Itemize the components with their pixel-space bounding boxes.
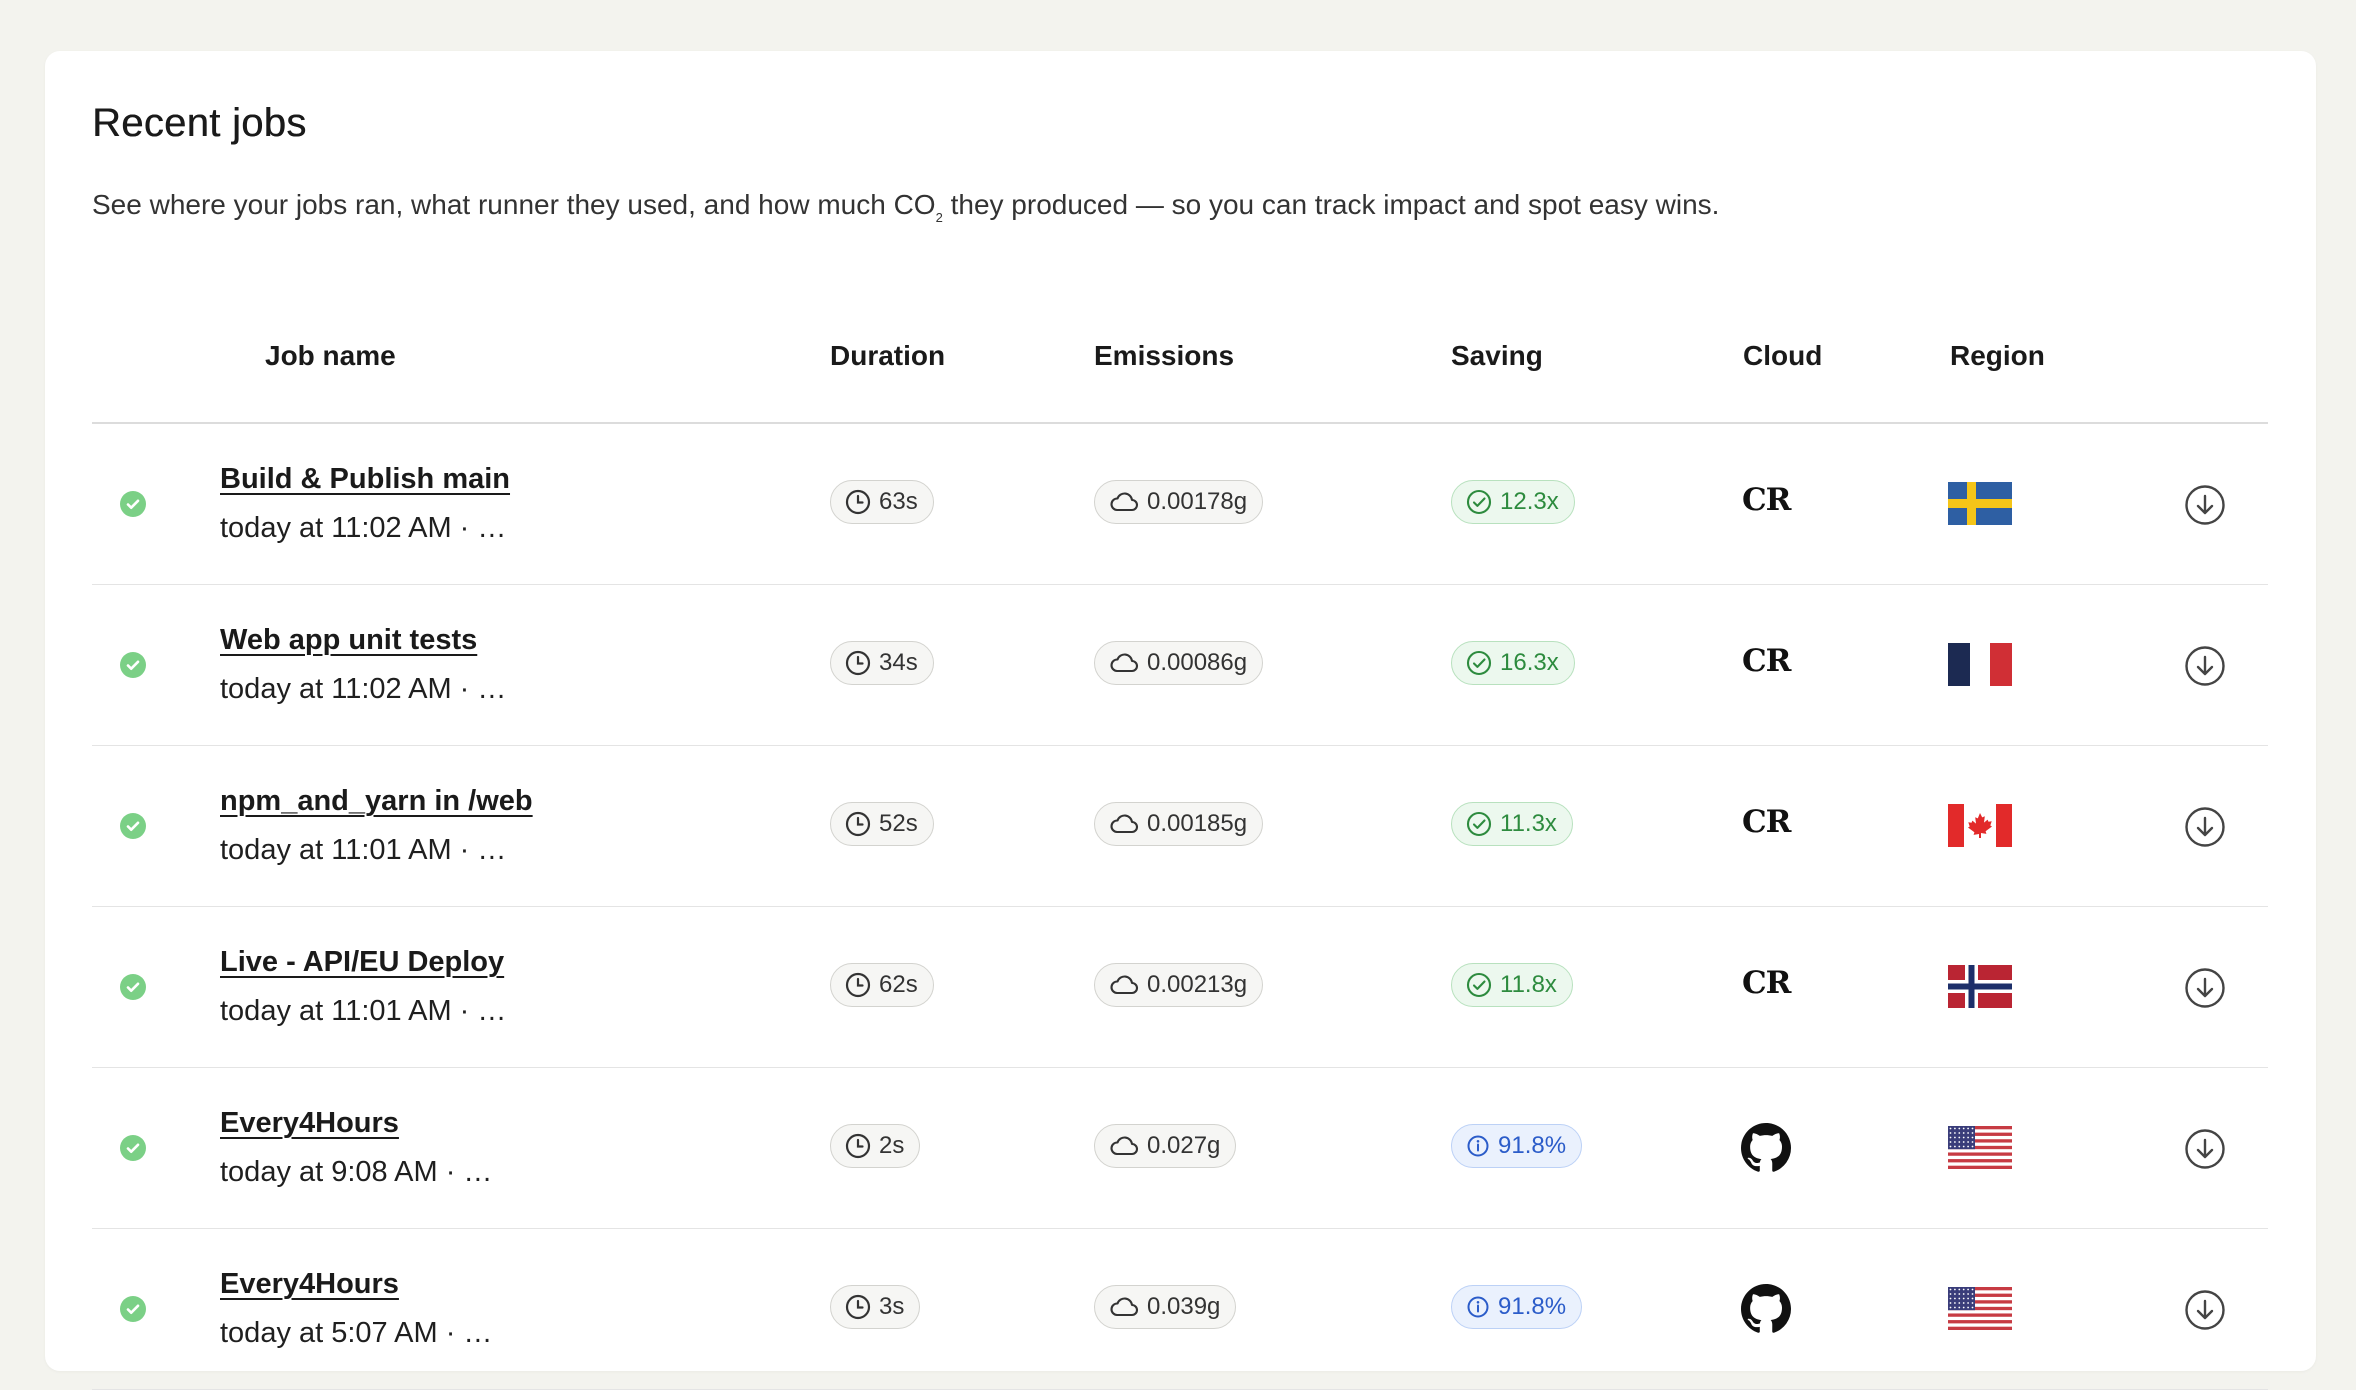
saving-badge: 91.8% bbox=[1451, 1124, 1583, 1168]
cloud-icon bbox=[1109, 812, 1147, 836]
emissions-badge: 0.00086g bbox=[1094, 641, 1264, 685]
download-icon[interactable] bbox=[2184, 484, 2226, 531]
saving-badge: 11.8x bbox=[1451, 963, 1573, 1007]
sweden-flag-icon bbox=[1948, 482, 2012, 525]
column-header-region: Region bbox=[1950, 340, 2045, 371]
norway-flag-icon bbox=[1948, 965, 2012, 1008]
duration-badge: 63s bbox=[830, 480, 934, 524]
usa-flag-icon bbox=[1948, 1287, 2012, 1330]
cr-logo-icon: CR bbox=[1742, 643, 1791, 679]
duration-badge: 3s bbox=[830, 1285, 921, 1329]
check-circle-icon bbox=[1466, 650, 1500, 676]
saving-badge: 16.3x bbox=[1451, 641, 1575, 685]
job-name-link[interactable]: npm_and_yarn in /web bbox=[220, 785, 533, 818]
table-row: Build & Publish main today at 11:02 AM · … bbox=[92, 424, 2268, 585]
status-success-icon bbox=[120, 1296, 146, 1322]
cloud-icon bbox=[1109, 1295, 1147, 1319]
recent-jobs-card: Recent jobs See where your jobs ran, wha… bbox=[45, 51, 2316, 1390]
table-row: npm_and_yarn in /web today at 11:01 AM · … bbox=[92, 746, 2268, 907]
cloud-icon bbox=[1109, 973, 1147, 997]
page-subtitle: See where your jobs ran, what runner the… bbox=[92, 189, 1720, 225]
table-row: Web app unit tests today at 11:02 AM · … 3… bbox=[92, 585, 2268, 746]
column-header-cloud: Cloud bbox=[1743, 340, 1823, 371]
duration-badge: 52s bbox=[830, 802, 934, 846]
cr-logo-icon: CR bbox=[1742, 804, 1791, 840]
status-success-icon bbox=[120, 652, 146, 678]
status-success-icon bbox=[120, 1135, 146, 1161]
table-row: Every4Hours today at 9:08 AM · … 2s 0.027g 9… bbox=[92, 1068, 2268, 1229]
clock-icon bbox=[845, 972, 879, 998]
job-timestamp: today at 9:08 AM · … bbox=[220, 1156, 493, 1188]
column-header-duration: Duration bbox=[830, 340, 946, 371]
github-icon bbox=[1741, 1284, 1791, 1339]
job-name-link[interactable]: Live - API/EU Deploy bbox=[220, 946, 504, 979]
status-success-icon bbox=[120, 491, 146, 517]
status-success-icon bbox=[120, 813, 146, 839]
table-row: Every4Hours today at 5:07 AM · … 3s 0.039g 9… bbox=[92, 1229, 2268, 1390]
download-icon[interactable] bbox=[2184, 967, 2226, 1014]
jobs-table: Job name Duration Emissions Saving Cloud… bbox=[92, 306, 2268, 1390]
github-icon bbox=[1741, 1123, 1791, 1178]
column-header-job-name: Job name bbox=[265, 340, 396, 371]
job-name-link[interactable]: Every4Hours bbox=[220, 1268, 399, 1301]
duration-badge: 62s bbox=[830, 963, 934, 1007]
emissions-badge: 0.00178g bbox=[1094, 480, 1264, 524]
canada-flag-icon bbox=[1948, 804, 2012, 847]
table-row: Live - API/EU Deploy today at 11:01 AM · … bbox=[92, 907, 2268, 1068]
cloud-icon bbox=[1109, 1134, 1147, 1158]
info-circle-icon bbox=[1466, 1295, 1498, 1319]
download-icon[interactable] bbox=[2184, 1128, 2226, 1175]
table-header: Job name Duration Emissions Saving Cloud… bbox=[92, 306, 2268, 424]
saving-badge: 91.8% bbox=[1451, 1285, 1583, 1329]
clock-icon bbox=[845, 1294, 879, 1320]
column-header-emissions: Emissions bbox=[1094, 340, 1235, 371]
job-timestamp: today at 5:07 AM · … bbox=[220, 1317, 493, 1349]
saving-badge: 11.3x bbox=[1451, 802, 1573, 846]
cr-logo-icon: CR bbox=[1742, 965, 1791, 1001]
job-timestamp: today at 11:01 AM · … bbox=[220, 995, 507, 1027]
job-name-link[interactable]: Web app unit tests bbox=[220, 624, 477, 657]
cr-logo-icon: CR bbox=[1742, 482, 1791, 518]
cloud-icon bbox=[1109, 490, 1147, 514]
page-title: Recent jobs bbox=[92, 101, 307, 145]
usa-flag-icon bbox=[1948, 1126, 2012, 1169]
download-icon[interactable] bbox=[2184, 645, 2226, 692]
clock-icon bbox=[845, 489, 879, 515]
job-timestamp: today at 11:01 AM · … bbox=[220, 834, 507, 866]
emissions-badge: 0.039g bbox=[1094, 1285, 1237, 1329]
column-header-saving: Saving bbox=[1451, 340, 1543, 371]
download-icon[interactable] bbox=[2184, 1289, 2226, 1336]
saving-badge: 12.3x bbox=[1451, 480, 1575, 524]
duration-badge: 34s bbox=[830, 641, 934, 685]
info-circle-icon bbox=[1466, 1134, 1498, 1158]
france-flag-icon bbox=[1948, 643, 2012, 686]
check-circle-icon bbox=[1466, 972, 1500, 998]
table-body: Build & Publish main today at 11:02 AM · … bbox=[92, 424, 2268, 1390]
download-icon[interactable] bbox=[2184, 806, 2226, 853]
job-name-link[interactable]: Every4Hours bbox=[220, 1107, 399, 1140]
job-name-link[interactable]: Build & Publish main bbox=[220, 463, 510, 496]
check-circle-icon bbox=[1466, 489, 1500, 515]
emissions-badge: 0.00213g bbox=[1094, 963, 1264, 1007]
job-timestamp: today at 11:02 AM · … bbox=[220, 512, 507, 544]
clock-icon bbox=[845, 811, 879, 837]
emissions-badge: 0.00185g bbox=[1094, 802, 1264, 846]
emissions-badge: 0.027g bbox=[1094, 1124, 1237, 1168]
job-timestamp: today at 11:02 AM · … bbox=[220, 673, 507, 705]
duration-badge: 2s bbox=[830, 1124, 921, 1168]
clock-icon bbox=[845, 1133, 879, 1159]
cloud-icon bbox=[1109, 651, 1147, 675]
clock-icon bbox=[845, 650, 879, 676]
status-success-icon bbox=[120, 974, 146, 1000]
check-circle-icon bbox=[1466, 811, 1500, 837]
